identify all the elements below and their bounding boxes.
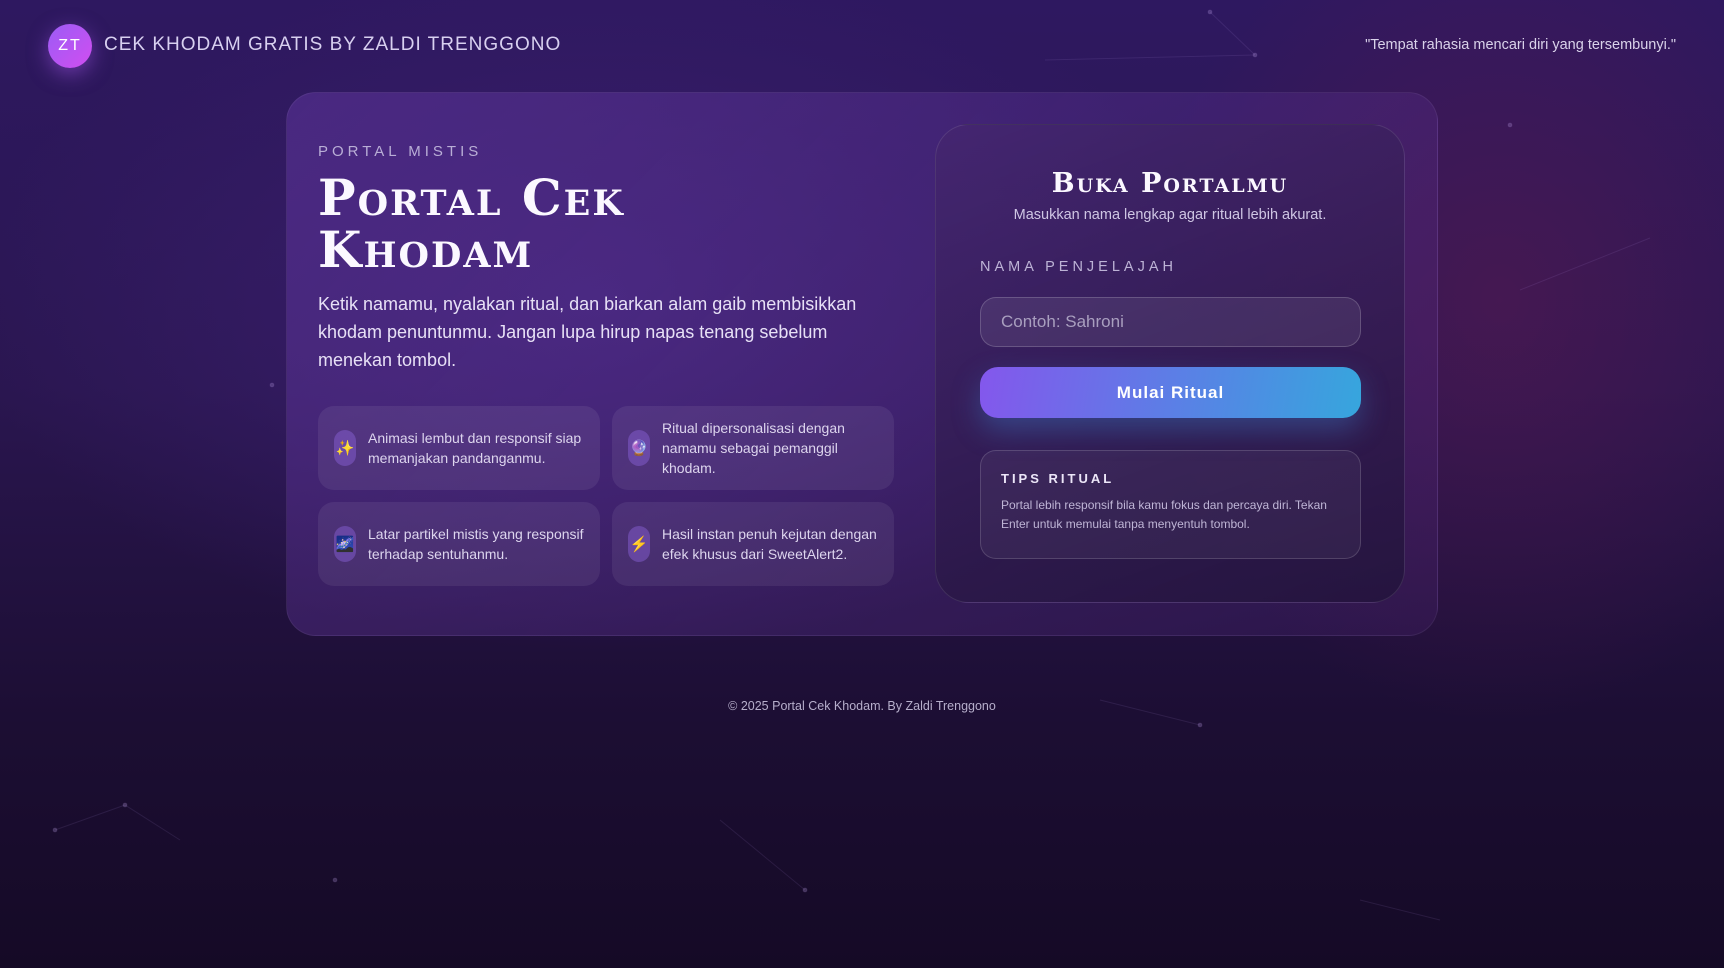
milky-way-icon: 🌌 xyxy=(334,526,356,562)
feature-text: Animasi lembut dan responsif siap memanj… xyxy=(368,430,582,466)
avatar: ZT xyxy=(48,24,92,68)
page-title: Portal Cek Khodam xyxy=(318,168,625,279)
tips-text: Portal lebih responsif bila kamu fokus d… xyxy=(1001,498,1327,531)
footer-copyright: © 2025 Portal Cek Khodam. By Zaldi Treng… xyxy=(728,699,996,713)
header-quote: "Tempat rahasia mencari diri yang tersem… xyxy=(1365,37,1676,53)
start-ritual-button[interactable]: Mulai Ritual xyxy=(980,367,1361,418)
tips-box: TIPS RITUAL Portal lebih responsif bila … xyxy=(980,450,1361,559)
name-input[interactable] xyxy=(980,297,1361,347)
feature-text: Latar partikel mistis yang responsif ter… xyxy=(368,526,584,562)
feature-card: 🌌 Latar partikel mistis yang responsif t… xyxy=(318,502,600,586)
form-title: Buka Portalmu xyxy=(1051,168,1289,199)
intro-text: Ketik namamu, nyalakan ritual, dan biark… xyxy=(318,294,857,370)
brand-title: CEK KHODAM GRATIS BY ZALDI TRENGGONO xyxy=(104,34,562,55)
lightning-icon: ⚡ xyxy=(628,526,650,562)
sparkles-icon: ✨ xyxy=(334,430,356,466)
crystal-ball-icon: 🔮 xyxy=(628,430,650,466)
feature-text: Hasil instan penuh kejutan dengan efek k… xyxy=(662,526,877,562)
eyebrow-label: PORTAL MISTIS xyxy=(318,143,483,160)
form-subtitle: Masukkan nama lengkap agar ritual lebih … xyxy=(1013,207,1327,223)
feature-card: ✨ Animasi lembut dan responsif siap mema… xyxy=(318,406,600,490)
name-label: NAMA PENJELAJAH xyxy=(980,259,1177,275)
tips-title: TIPS RITUAL xyxy=(1001,471,1115,486)
feature-text: Ritual dipersonalisasi dengan namamu seb… xyxy=(662,420,845,476)
feature-card: ⚡ Hasil instan penuh kejutan dengan efek… xyxy=(612,502,894,586)
feature-card: 🔮 Ritual dipersonalisasi dengan namamu s… xyxy=(612,406,894,490)
